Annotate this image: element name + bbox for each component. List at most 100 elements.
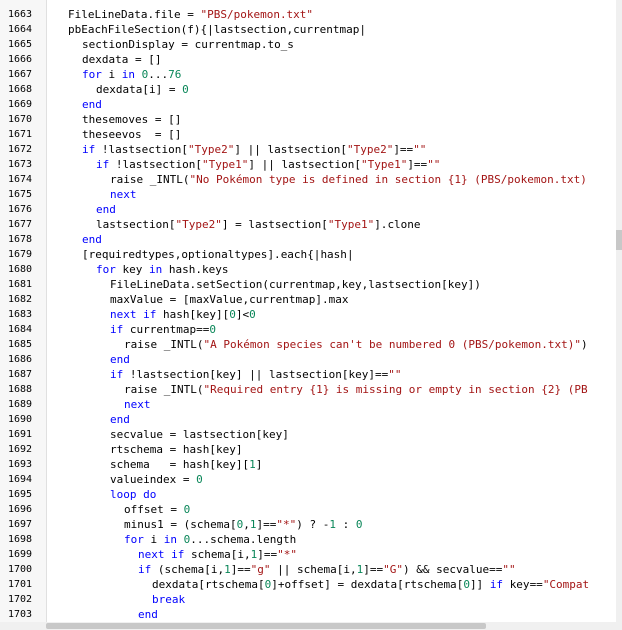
code-line[interactable]: 1678 end (0, 232, 616, 247)
code-token-op: = (169, 458, 183, 471)
code-token-op: ]+ (271, 578, 285, 591)
code-line[interactable]: 1685 raise _INTL("A Pokémon species can't… (0, 337, 616, 352)
code-line[interactable]: 1669 end (0, 97, 616, 112)
line-number: 1675 (8, 189, 33, 200)
code-line[interactable]: 1703 end (0, 607, 616, 622)
code-text: dexdata[rtschema[0]+offset] = dexdata[rt… (152, 577, 589, 592)
code-line[interactable]: 1700 if (schema[i,1]=="g" || schema[i,1]=… (0, 562, 616, 577)
code-line[interactable]: 1665 sectionDisplay = currentmap.to_s (0, 37, 616, 52)
code-line[interactable]: 1681 FileLineData.setSection(currentmap,k… (0, 277, 616, 292)
line-number: 1696 (8, 504, 33, 515)
code-text: end (110, 352, 130, 367)
code-token-str: "*" (276, 518, 297, 531)
code-line[interactable]: 1679 [requiredtypes,optionaltypes].each{|… (0, 247, 616, 262)
code-token-op: = (169, 428, 183, 441)
line-number: 1681 (8, 279, 33, 290)
code-token-id: schema (297, 563, 337, 576)
code-line[interactable]: 1668 dexdata[i] = 0 (0, 82, 616, 97)
code-line[interactable]: 1699 next if schema[i,1]=="*" (0, 547, 616, 562)
line-number: 1682 (8, 294, 33, 305)
code-line[interactable]: 1691 secvalue = lastsection[key] (0, 427, 616, 442)
code-token-str: "Type1" (201, 158, 249, 171)
horizontal-scrollbar[interactable] (0, 622, 622, 630)
code-line[interactable]: 1680 for key in hash.keys (0, 262, 616, 277)
code-token-kw: end (96, 203, 116, 216)
code-line[interactable]: 1676 end (0, 202, 616, 217)
code-text: schema = hash[key][1] (110, 457, 262, 472)
code-text: secvalue = lastsection[key] (110, 427, 289, 442)
code-line[interactable]: 1677 lastsection["Type2"] = lastsection["… (0, 217, 616, 232)
code-line[interactable]: 1683 next if hash[key][0]<0 (0, 307, 616, 322)
code-token-op: ][ (215, 308, 230, 321)
code-token-op: ] (235, 443, 243, 456)
code-line[interactable]: 1693 schema = hash[key][1] (0, 457, 616, 472)
horizontal-scrollbar-thumb[interactable] (46, 623, 486, 629)
code-line[interactable]: 1664 pbEachFileSection(f){|lastsection,cu… (0, 22, 616, 37)
code-text: [requiredtypes,optionaltypes].each{|hash… (82, 247, 354, 262)
line-number: 1677 (8, 219, 33, 230)
code-line[interactable]: 1686 end (0, 352, 616, 367)
code-token-op: [ (198, 578, 205, 591)
code-token-kw: if (110, 368, 130, 381)
code-token-op: = [] (154, 113, 182, 126)
code-token-op: [ (142, 83, 149, 96)
code-line[interactable]: 1666 dexdata = [] (0, 52, 616, 67)
code-token-id: dexdata (82, 53, 135, 66)
code-token-str: "PBS/pokemon.txt" (200, 8, 314, 21)
code-token-id: lastsection,currentmap (213, 23, 360, 36)
code-editor[interactable]: 1663 FileLineData.file = "PBS/pokemon.txt… (0, 0, 622, 630)
code-line[interactable]: 1687 if !lastsection[key] || lastsection[… (0, 367, 616, 382)
code-token-str: "" (388, 368, 402, 381)
code-line[interactable]: 1663 FileLineData.file = "PBS/pokemon.txt… (0, 7, 616, 22)
code-token-op: ] = (221, 218, 249, 231)
code-line[interactable]: 1684 if currentmap==0 (0, 322, 616, 337)
vertical-scrollbar[interactable] (616, 0, 622, 622)
code-line[interactable]: 1694 valueindex = 0 (0, 472, 616, 487)
line-number: 1698 (8, 534, 33, 545)
code-line[interactable]: 1667 for i in 0...76 (0, 67, 616, 82)
code-token-op: ] || (234, 143, 268, 156)
code-token-kw: for (124, 533, 151, 546)
code-line[interactable]: 1690 end (0, 412, 616, 427)
code-token-num: 0 (229, 308, 236, 321)
code-text: raise _INTL("No Pokémon type is defined … (110, 172, 587, 187)
code-token-id: lastsection (182, 428, 256, 441)
code-line[interactable]: 1672 if !lastsection["Type2"] || lastsect… (0, 142, 616, 157)
line-number: 1703 (8, 609, 33, 620)
code-line[interactable]: 1675 next (0, 187, 616, 202)
code-line[interactable]: 1674 raise _INTL("No Pokémon type is defi… (0, 172, 616, 187)
code-line[interactable]: 1673 if !lastsection["Type1"] || lastsect… (0, 157, 616, 172)
code-text: end (96, 202, 116, 217)
code-line[interactable]: 1689 next (0, 397, 616, 412)
line-number: 1691 (8, 429, 33, 440)
code-text: sectionDisplay = currentmap.to_s (82, 37, 294, 52)
code-token-id: rtschema (204, 578, 258, 591)
code-text: if !lastsection[key] || lastsection[key]… (110, 367, 401, 382)
code-text: dexdata = [] (82, 52, 161, 67)
code-line[interactable]: 1696 offset = 0 (0, 502, 616, 517)
code-token-op: = (169, 443, 183, 456)
code-line[interactable]: 1671 theseevos = [] (0, 127, 616, 142)
code-token-op: ]== (230, 563, 251, 576)
code-line[interactable]: 1688 raise _INTL("Required entry {1} is m… (0, 382, 616, 397)
code-token-id: maxValue,currentmap (189, 293, 316, 306)
code-line[interactable]: 1692 rtschema = hash[key] (0, 442, 616, 457)
code-line[interactable]: 1702 break (0, 592, 616, 607)
code-line[interactable]: 1698 for i in 0...schema.length (0, 532, 616, 547)
code-line[interactable]: 1695 loop do (0, 487, 616, 502)
code-token-id: i (148, 83, 156, 96)
code-token-op: ]. (374, 218, 388, 231)
code-line[interactable]: 1682 maxValue = [maxValue,currentmap].max (0, 292, 616, 307)
code-token-op: = (182, 473, 197, 486)
code-line[interactable]: 1697 minus1 = (schema[0,1]=="*") ? -1 : 0 (0, 517, 616, 532)
code-token-op: , (350, 563, 357, 576)
code-token-id: key (509, 578, 530, 591)
code-token-op: ! (101, 143, 109, 156)
code-line[interactable]: 1670 thesemoves = [] (0, 112, 616, 127)
code-text: next (124, 397, 151, 412)
code-token-op: [ (397, 578, 404, 591)
code-line[interactable]: 1701 dexdata[rtschema[0]+offset] = dexdat… (0, 577, 616, 592)
code-token-op: ] || (235, 368, 269, 381)
code-token-id: hash (320, 248, 347, 261)
vertical-scrollbar-thumb[interactable] (616, 230, 622, 250)
